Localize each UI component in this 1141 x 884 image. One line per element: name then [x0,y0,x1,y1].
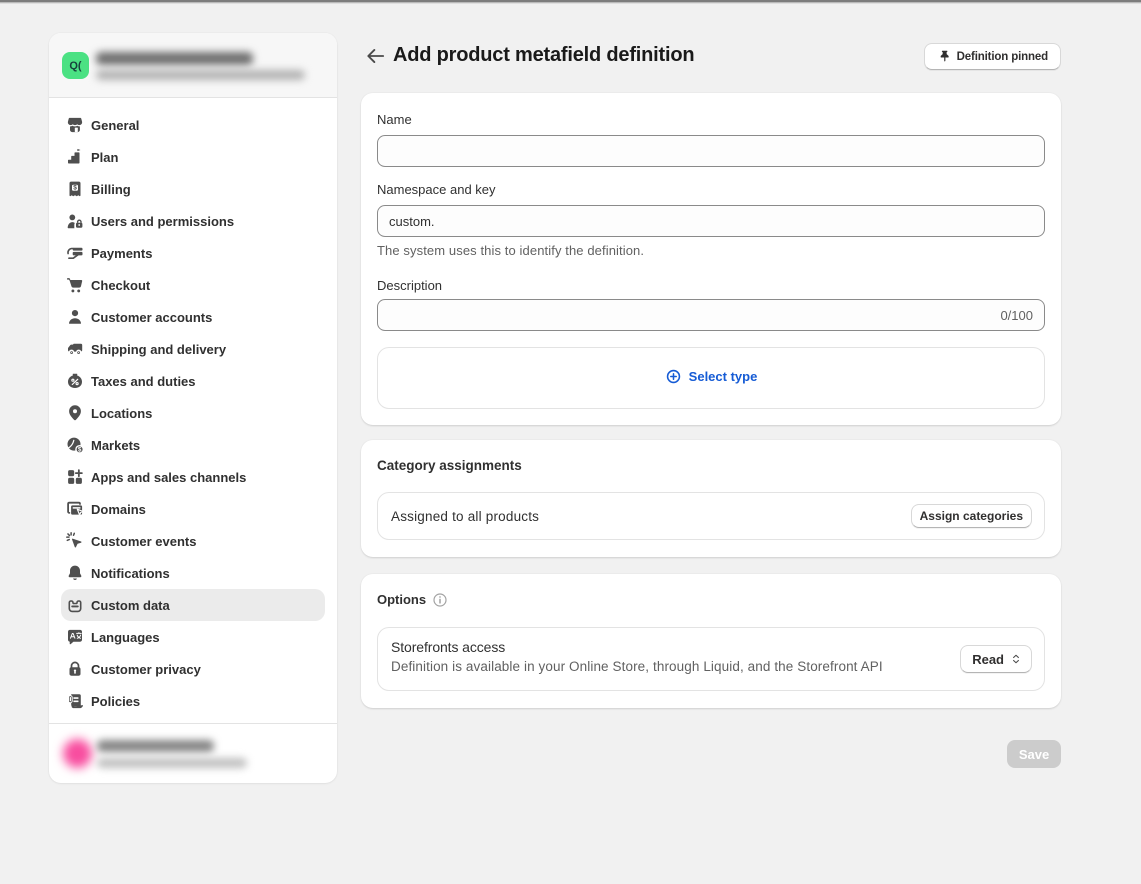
svg-text:$: $ [73,185,77,192]
